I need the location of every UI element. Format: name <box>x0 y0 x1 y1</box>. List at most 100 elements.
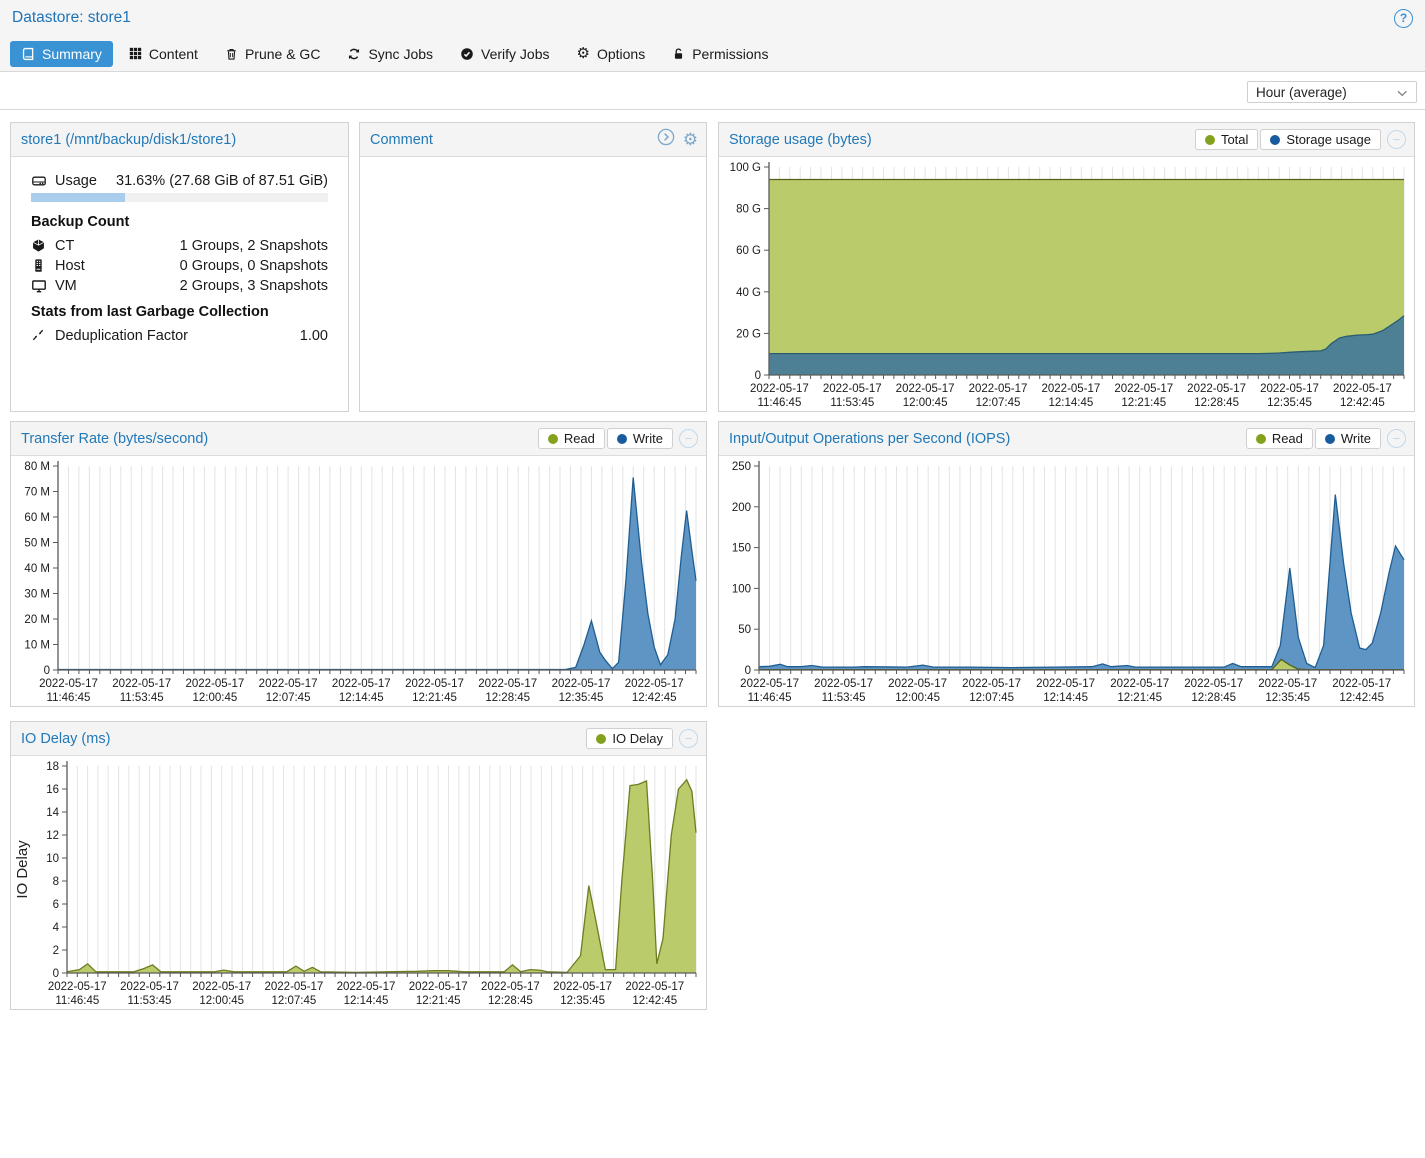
chart-legend: IO Delay <box>586 728 673 749</box>
legend-dot <box>596 734 606 744</box>
tab-label: Sync Jobs <box>368 46 433 62</box>
tab-content[interactable]: Content <box>118 41 209 67</box>
svg-text:2022-05-17: 2022-05-17 <box>337 981 396 993</box>
svg-text:12:28:45: 12:28:45 <box>1191 692 1236 704</box>
svg-text:12:21:45: 12:21:45 <box>1121 397 1166 409</box>
svg-text:12:35:45: 12:35:45 <box>560 995 605 1007</box>
backup-row-vm: VM 2 Groups, 3 Snapshots <box>31 278 328 294</box>
usage-row: Usage 31.63% (27.68 GiB of 87.51 GiB) <box>31 173 328 189</box>
legend-write-button[interactable]: Write <box>1315 428 1381 449</box>
svg-text:12:07:45: 12:07:45 <box>976 397 1021 409</box>
expand-arrow-icon[interactable] <box>657 128 675 151</box>
svg-text:2022-05-17: 2022-05-17 <box>120 981 179 993</box>
usage-progress-fill <box>31 193 125 202</box>
legend-dot <box>1270 135 1280 145</box>
svg-text:12:14:45: 12:14:45 <box>1049 397 1094 409</box>
legend-dot <box>1205 135 1215 145</box>
svg-text:150: 150 <box>732 543 751 555</box>
svg-text:2022-05-17: 2022-05-17 <box>1036 678 1095 690</box>
tab-options[interactable]: ⚙ Options <box>566 41 657 67</box>
panel-header: store1 (/mnt/backup/disk1/store1) <box>11 123 348 157</box>
tab-summary[interactable]: Summary <box>10 41 113 67</box>
svg-text:2022-05-17: 2022-05-17 <box>962 678 1021 690</box>
svg-text:12:14:45: 12:14:45 <box>1043 692 1088 704</box>
panel-title: IO Delay (ms) <box>21 731 586 747</box>
gear-icon[interactable]: ⚙ <box>683 131 698 148</box>
svg-text:12:28:45: 12:28:45 <box>485 692 530 704</box>
svg-text:12:14:45: 12:14:45 <box>344 995 389 1007</box>
server-icon <box>31 258 47 274</box>
chevron-down-icon <box>1397 85 1408 100</box>
collapse-icon[interactable]: − <box>1387 429 1406 448</box>
svg-text:2022-05-17: 2022-05-17 <box>1184 678 1243 690</box>
legend-io-delay-button[interactable]: IO Delay <box>586 728 673 749</box>
svg-text:12:07:45: 12:07:45 <box>969 692 1014 704</box>
panel-title: Transfer Rate (bytes/second) <box>21 431 538 447</box>
legend-read-button[interactable]: Read <box>538 428 605 449</box>
svg-text:2022-05-17: 2022-05-17 <box>332 678 391 690</box>
svg-text:12:42:45: 12:42:45 <box>1339 692 1384 704</box>
collapse-icon[interactable]: − <box>1387 130 1406 149</box>
tab-permissions[interactable]: Permissions <box>661 41 779 67</box>
tab-sync-jobs[interactable]: Sync Jobs <box>336 41 444 67</box>
desktop-icon <box>31 278 47 294</box>
svg-text:2022-05-17: 2022-05-17 <box>264 981 323 993</box>
legend-write-button[interactable]: Write <box>607 428 673 449</box>
svg-text:2022-05-17: 2022-05-17 <box>1258 678 1317 690</box>
usage-value: 31.63% (27.68 GiB of 87.51 GiB) <box>116 173 328 189</box>
collapse-icon[interactable]: − <box>679 729 698 748</box>
backup-count: 0 Groups, 0 Snapshots <box>180 258 328 274</box>
legend-read-button[interactable]: Read <box>1246 428 1313 449</box>
tab-prune-gc[interactable]: Prune & GC <box>214 41 331 67</box>
svg-text:12:00:45: 12:00:45 <box>895 692 940 704</box>
svg-text:0: 0 <box>44 665 50 677</box>
svg-text:2022-05-17: 2022-05-17 <box>1187 383 1246 395</box>
svg-text:12:42:45: 12:42:45 <box>632 692 677 704</box>
svg-text:2: 2 <box>53 945 59 957</box>
svg-text:2022-05-17: 2022-05-17 <box>1260 383 1319 395</box>
svg-text:60 M: 60 M <box>24 512 50 524</box>
timeframe-select[interactable]: Hour (average) <box>1247 81 1417 103</box>
dedup-value: 1.00 <box>300 328 328 344</box>
backup-count-heading: Backup Count <box>31 214 328 230</box>
timeframe-value: Hour (average) <box>1256 85 1347 100</box>
tab-label: Summary <box>42 46 102 62</box>
svg-text:2022-05-17: 2022-05-17 <box>1041 383 1100 395</box>
svg-text:18: 18 <box>46 761 59 773</box>
svg-text:250: 250 <box>732 461 751 473</box>
svg-text:2022-05-17: 2022-05-17 <box>888 678 947 690</box>
svg-text:12:35:45: 12:35:45 <box>1265 692 1310 704</box>
unlock-icon <box>672 47 685 61</box>
datastore-summary-panel: store1 (/mnt/backup/disk1/store1) Usage … <box>10 122 349 412</box>
svg-text:0: 0 <box>755 370 761 382</box>
svg-text:2022-05-17: 2022-05-17 <box>969 383 1028 395</box>
svg-text:80 G: 80 G <box>736 204 761 216</box>
tab-label: Content <box>149 46 198 62</box>
sync-icon <box>347 47 361 61</box>
legend-total-button[interactable]: Total <box>1195 129 1258 150</box>
help-icon[interactable]: ? <box>1394 9 1413 28</box>
tab-label: Options <box>597 46 645 62</box>
usage-progress-bar <box>31 193 328 202</box>
tab-verify-jobs[interactable]: Verify Jobs <box>449 41 560 67</box>
panel-header: Input/Output Operations per Second (IOPS… <box>719 422 1414 456</box>
svg-text:12:00:45: 12:00:45 <box>193 692 238 704</box>
svg-text:12:28:45: 12:28:45 <box>1194 397 1239 409</box>
legend-label: IO Delay <box>612 731 663 746</box>
panel-header: Storage usage (bytes) Total Storage usag… <box>719 123 1414 157</box>
chart-legend: Read Write <box>538 428 673 449</box>
legend-storage-usage-button[interactable]: Storage usage <box>1260 129 1381 150</box>
transfer-rate-panel: Transfer Rate (bytes/second) Read Write … <box>10 421 707 707</box>
collapse-icon[interactable]: − <box>679 429 698 448</box>
backup-row-host: Host 0 Groups, 0 Snapshots <box>31 258 328 274</box>
svg-text:2022-05-17: 2022-05-17 <box>39 678 98 690</box>
svg-text:2022-05-17: 2022-05-17 <box>552 678 611 690</box>
svg-text:11:46:45: 11:46:45 <box>748 692 792 704</box>
svg-text:12:42:45: 12:42:45 <box>632 995 677 1007</box>
chart-legend: Read Write <box>1246 428 1381 449</box>
svg-text:4: 4 <box>53 922 60 934</box>
svg-text:12:35:45: 12:35:45 <box>1267 397 1312 409</box>
svg-text:12:21:45: 12:21:45 <box>1117 692 1162 704</box>
transfer-rate-chart: 010 M20 M30 M40 M50 M60 M70 M80 M2022-05… <box>11 456 706 706</box>
storage-usage-chart: 020 G40 G60 G80 G100 G2022-05-1711:46:45… <box>719 157 1414 411</box>
